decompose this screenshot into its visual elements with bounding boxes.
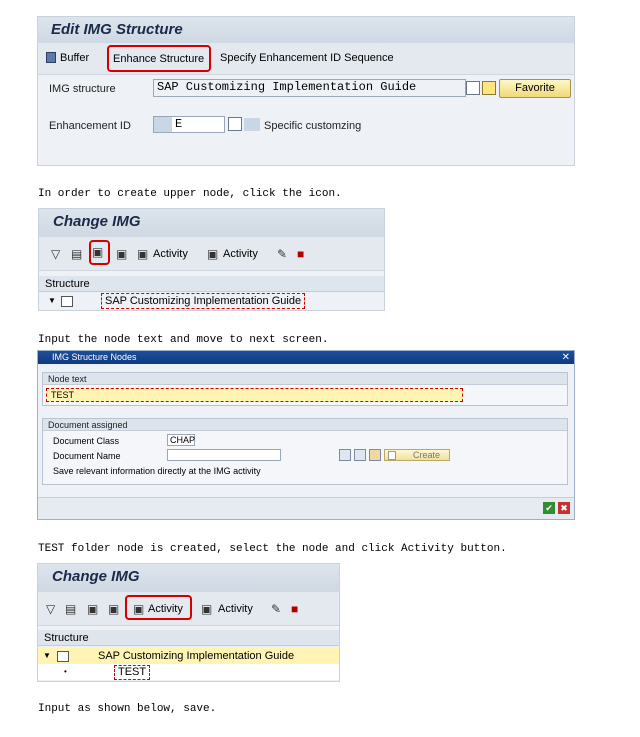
- search-doc-icon[interactable]: [354, 449, 366, 461]
- close-icon[interactable]: ✕: [562, 351, 570, 364]
- activity-button-2[interactable]: Activity: [223, 248, 258, 260]
- caption-create-upper-node: In order to create upper node, click the…: [38, 188, 342, 200]
- create-upper-node-icon[interactable]: ▣: [87, 602, 98, 616]
- dialog-title: IMG Structure Nodes: [52, 352, 137, 362]
- enhancement-id-input[interactable]: E: [153, 116, 225, 133]
- activity-icon: ▣: [207, 247, 219, 261]
- img-structure-input[interactable]: SAP Customizing Implementation Guide: [153, 79, 466, 97]
- node-text-input[interactable]: TEST: [46, 388, 463, 402]
- delete-icon[interactable]: ■: [291, 602, 298, 616]
- expand-subtree-icon[interactable]: ▽: [46, 602, 55, 616]
- dialog-title-bar: IMG Structure Nodes ✕: [38, 351, 574, 364]
- delete-doc-icon[interactable]: [369, 449, 381, 461]
- activity-icon: ▣: [201, 602, 213, 616]
- specify-enhancement-id-sequence-button[interactable]: Specify Enhancement ID Sequence: [220, 52, 394, 64]
- copy-icon[interactable]: [466, 81, 480, 95]
- application-toolbar: ▽ ▤ ▣ ▣ ▣ Activity ▣ Activity ✎ ■: [38, 592, 339, 626]
- collapse-arrow-icon[interactable]: ▼: [43, 648, 51, 664]
- collapse-arrow-icon[interactable]: ▼: [48, 293, 56, 309]
- node-text-group-header: Node text: [43, 373, 567, 385]
- cancel-x-icon[interactable]: ✖: [558, 502, 570, 514]
- application-toolbar: ▽ ▤ ▣ ▣ ▣ Activity ▣ Activity ✎ ■: [39, 237, 384, 271]
- confirm-checkmark-icon[interactable]: ✔: [543, 502, 555, 514]
- edit-pencil-icon[interactable]: ✎: [271, 602, 281, 616]
- img-structure-nodes-dialog: IMG Structure Nodes ✕ Node text TEST Doc…: [37, 350, 575, 520]
- root-node-label[interactable]: SAP Customizing Implementation Guide: [98, 648, 294, 664]
- enhancement-id-label: Enhancement ID: [49, 120, 131, 132]
- caption-test-folder-created: TEST folder node is created, select the …: [38, 543, 507, 555]
- activity-icon: ▣: [133, 602, 145, 616]
- buffer-icon: [46, 52, 56, 63]
- tree-row-root[interactable]: ▼ SAP Customizing Implementation Guide: [39, 293, 384, 309]
- enhancement-description: Specific customzing: [264, 120, 362, 132]
- test-node-label[interactable]: TEST: [114, 665, 151, 680]
- document-class-input[interactable]: CHAP: [167, 434, 195, 446]
- activity-button-highlighted[interactable]: ▣ Activity: [125, 595, 192, 620]
- new-document-icon: [388, 451, 396, 460]
- title-bar: Change IMG: [39, 209, 384, 237]
- expand-subtree-icon[interactable]: ▽: [51, 247, 60, 261]
- display-icon[interactable]: [339, 449, 351, 461]
- leaf-bullet-icon: •: [64, 667, 67, 676]
- caption-input-and-save: Input as shown below, save.: [38, 703, 217, 715]
- change-img-screen: Change IMG ▽ ▤ ▣ ▣ ▣ Activity ▣ Activity…: [38, 208, 385, 311]
- node-text-group: Node text TEST: [42, 372, 568, 406]
- img-structure-label: IMG structure: [49, 83, 116, 95]
- document-name-label: Document Name: [53, 451, 121, 461]
- edit-pencil-icon[interactable]: ✎: [277, 247, 287, 261]
- create-same-level-node-icon[interactable]: ▣: [108, 602, 119, 616]
- root-node-label[interactable]: SAP Customizing Implementation Guide: [101, 293, 306, 309]
- document-class-label: Document Class: [53, 436, 120, 446]
- screen-title: Change IMG: [52, 568, 140, 585]
- document-name-input[interactable]: [167, 449, 281, 461]
- activity-button-1[interactable]: Activity: [148, 603, 183, 615]
- application-toolbar: Buffer Enhance Structure Specify Enhance…: [38, 43, 574, 75]
- favorite-button[interactable]: Favorite: [499, 79, 571, 98]
- activity-icon: ▣: [137, 247, 149, 261]
- screen-title: Edit IMG Structure: [51, 21, 183, 38]
- create-upper-node-icon: ▣: [92, 245, 104, 259]
- activity-button-1[interactable]: Activity: [153, 248, 188, 260]
- dialog-footer: ✔ ✖: [38, 497, 574, 519]
- create-button-label: Create: [413, 450, 441, 460]
- buffer-button[interactable]: Buffer: [60, 52, 89, 64]
- document-assigned-group-header: Document assigned: [43, 419, 567, 431]
- delete-icon[interactable]: ■: [297, 247, 304, 261]
- create-same-level-node-icon[interactable]: ▣: [116, 247, 127, 261]
- document-icon[interactable]: ▤: [65, 602, 76, 616]
- create-button[interactable]: Create: [384, 449, 450, 461]
- change-img-screen-with-test-node: Change IMG ▽ ▤ ▣ ▣ ▣ Activity ▣ Activity…: [37, 563, 340, 682]
- structure-header: Structure: [39, 276, 384, 292]
- folder-icon: [57, 651, 69, 662]
- tree-row-test[interactable]: • TEST: [38, 664, 339, 680]
- favorite-add-icon: [482, 81, 496, 95]
- enhance-structure-button[interactable]: Enhance Structure: [107, 45, 212, 72]
- title-bar: Change IMG: [38, 564, 339, 592]
- enhancement-id-value: E: [175, 117, 183, 131]
- create-upper-node-button[interactable]: ▣: [89, 240, 110, 265]
- copy-icon[interactable]: [228, 117, 242, 131]
- tree-row-root[interactable]: ▼ SAP Customizing Implementation Guide: [38, 648, 339, 664]
- caption-input-node-text: Input the node text and move to next scr…: [38, 334, 329, 346]
- save-relevant-info-text: Save relevant information directly at th…: [53, 466, 261, 476]
- document-icon[interactable]: ▤: [71, 247, 82, 261]
- document-assigned-group: Document assigned Document Class CHAP Do…: [42, 418, 568, 485]
- enhancement-desc-mask: [244, 118, 260, 131]
- folder-icon: [61, 296, 73, 307]
- title-bar: Edit IMG Structure: [38, 17, 574, 43]
- structure-header: Structure: [38, 630, 339, 646]
- screen-title: Change IMG: [53, 213, 141, 230]
- activity-button-2[interactable]: Activity: [218, 603, 253, 615]
- edit-img-structure-screen: Edit IMG Structure Buffer Enhance Struct…: [37, 16, 575, 166]
